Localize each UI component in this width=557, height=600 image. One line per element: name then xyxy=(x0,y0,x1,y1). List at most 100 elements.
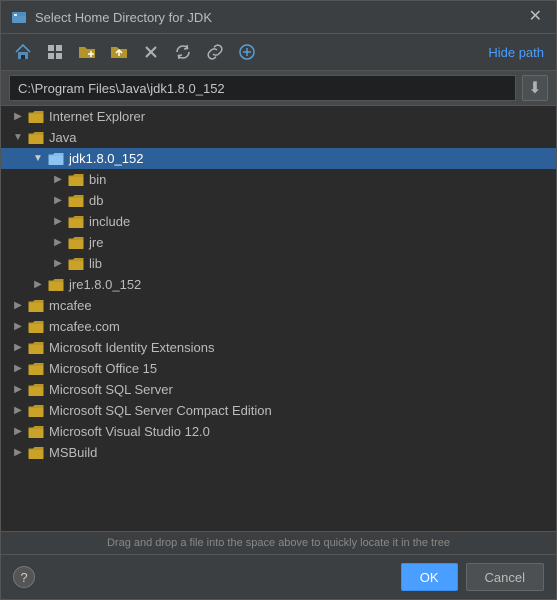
delete-button[interactable] xyxy=(137,38,165,66)
footer: ? OK Cancel xyxy=(1,554,556,599)
folder-icon xyxy=(27,320,45,334)
close-button[interactable]: ✕ xyxy=(525,7,546,27)
arrow-expanded: ▼ xyxy=(9,132,27,143)
arrow-collapsed: ▶ xyxy=(49,174,67,185)
tree-label: Java xyxy=(49,130,76,145)
download-icon: ⬇ xyxy=(528,78,541,98)
link-button[interactable] xyxy=(201,38,229,66)
tree-item-microsoft-identity[interactable]: ▶ Microsoft Identity Extensions xyxy=(1,337,556,358)
status-text: Drag and drop a file into the space abov… xyxy=(107,537,450,549)
tree-item-mcafee[interactable]: ▶ mcafee xyxy=(1,295,556,316)
tree-label: jdk1.8.0_152 xyxy=(69,151,143,166)
folder-icon xyxy=(27,299,45,313)
tree-label: mcafee.com xyxy=(49,319,120,334)
dialog: Select Home Directory for JDK ✕ xyxy=(0,0,557,600)
tree-item-microsoft-sql-compact[interactable]: ▶ Microsoft SQL Server Compact Edition xyxy=(1,400,556,421)
refresh-button[interactable] xyxy=(169,38,197,66)
status-bar: Drag and drop a file into the space abov… xyxy=(1,531,556,554)
tree-label: Internet Explorer xyxy=(49,109,145,124)
arrow-collapsed: ▶ xyxy=(49,237,67,248)
tree-label: bin xyxy=(89,172,106,187)
dialog-title: Select Home Directory for JDK xyxy=(35,10,517,25)
arrow-collapsed: ▶ xyxy=(9,321,27,332)
folder-icon xyxy=(27,383,45,397)
tree-item-include[interactable]: ▶ include xyxy=(1,211,556,232)
tree-item-db[interactable]: ▶ db xyxy=(1,190,556,211)
folder-icon xyxy=(27,362,45,376)
folder-icon xyxy=(67,257,85,271)
arrow-collapsed: ▶ xyxy=(9,363,27,374)
tree-item-jre[interactable]: ▶ jre xyxy=(1,232,556,253)
tree-item-microsoft-vs[interactable]: ▶ Microsoft Visual Studio 12.0 xyxy=(1,421,556,442)
parent-folder-button[interactable] xyxy=(105,38,133,66)
new-folder-button[interactable] xyxy=(73,38,101,66)
tree-item-lib[interactable]: ▶ lib xyxy=(1,253,556,274)
tree-item-microsoft-office[interactable]: ▶ Microsoft Office 15 xyxy=(1,358,556,379)
delete-icon xyxy=(142,43,160,61)
dialog-icon xyxy=(11,9,27,25)
arrow-collapsed: ▶ xyxy=(9,426,27,437)
grid-icon xyxy=(46,43,64,61)
tree-item-mcafee.com[interactable]: ▶ mcafee.com xyxy=(1,316,556,337)
arrow-collapsed: ▶ xyxy=(9,342,27,353)
tree-label: Microsoft SQL Server xyxy=(49,382,173,397)
tree-item-msbuild[interactable]: ▶ MSBuild xyxy=(1,442,556,463)
tree-item-bin[interactable]: ▶ bin xyxy=(1,169,556,190)
new-folder-icon xyxy=(78,43,96,61)
arrow-collapsed: ▶ xyxy=(9,384,27,395)
tree-label: lib xyxy=(89,256,102,271)
folder-icon xyxy=(27,110,45,124)
add-button[interactable] xyxy=(233,38,261,66)
folder-icon xyxy=(27,341,45,355)
path-bar: ⬇ xyxy=(1,71,556,106)
folder-icon xyxy=(47,278,65,292)
folder-icon xyxy=(67,194,85,208)
arrow-collapsed: ▶ xyxy=(9,300,27,311)
folder-icon xyxy=(47,152,65,166)
home-button[interactable] xyxy=(9,38,37,66)
add-icon xyxy=(238,43,256,61)
ok-button[interactable]: OK xyxy=(401,563,458,591)
folder-icon xyxy=(27,404,45,418)
tree-item-internet-explorer[interactable]: ▶ Internet Explorer xyxy=(1,106,556,127)
tree-label: db xyxy=(89,193,103,208)
tree-label: mcafee xyxy=(49,298,92,313)
arrow-collapsed: ▶ xyxy=(49,258,67,269)
folder-icon xyxy=(67,173,85,187)
arrow-expanded: ▼ xyxy=(29,153,47,164)
path-input[interactable] xyxy=(9,75,516,101)
folder-icon xyxy=(27,131,45,145)
file-tree[interactable]: ▶ Internet Explorer ▼ Java ▼ jdk1.8.0_15… xyxy=(1,106,556,531)
tree-label: MSBuild xyxy=(49,445,97,460)
tree-item-jre1.8.0_152[interactable]: ▶ jre1.8.0_152 xyxy=(1,274,556,295)
arrow-collapsed: ▶ xyxy=(9,405,27,416)
tree-item-microsoft-sql[interactable]: ▶ Microsoft SQL Server xyxy=(1,379,556,400)
arrow-collapsed: ▶ xyxy=(49,195,67,206)
tree-label: include xyxy=(89,214,130,229)
cancel-button[interactable]: Cancel xyxy=(466,563,544,591)
tree-label: Microsoft Identity Extensions xyxy=(49,340,214,355)
title-bar: Select Home Directory for JDK ✕ xyxy=(1,1,556,34)
folder-icon xyxy=(27,425,45,439)
help-button[interactable]: ? xyxy=(13,566,35,588)
toolbar: Hide path xyxy=(1,34,556,71)
folder-up-icon xyxy=(110,43,128,61)
path-download-button[interactable]: ⬇ xyxy=(522,75,548,101)
tree-label: jre xyxy=(89,235,103,250)
hide-path-button[interactable]: Hide path xyxy=(484,43,548,62)
tree-label: jre1.8.0_152 xyxy=(69,277,141,292)
tree-label: Microsoft Visual Studio 12.0 xyxy=(49,424,210,439)
arrow-collapsed: ▶ xyxy=(49,216,67,227)
tree-item-java[interactable]: ▼ Java xyxy=(1,127,556,148)
folder-icon xyxy=(67,215,85,229)
grid-view-button[interactable] xyxy=(41,38,69,66)
arrow-collapsed: ▶ xyxy=(9,111,27,122)
link-icon xyxy=(206,43,224,61)
tree-label: Microsoft SQL Server Compact Edition xyxy=(49,403,272,418)
arrow-collapsed: ▶ xyxy=(9,447,27,458)
tree-item-jdk1.8.0_152[interactable]: ▼ jdk1.8.0_152 xyxy=(1,148,556,169)
folder-icon xyxy=(67,236,85,250)
refresh-icon xyxy=(174,43,192,61)
home-icon xyxy=(14,43,32,61)
tree-label: Microsoft Office 15 xyxy=(49,361,157,376)
